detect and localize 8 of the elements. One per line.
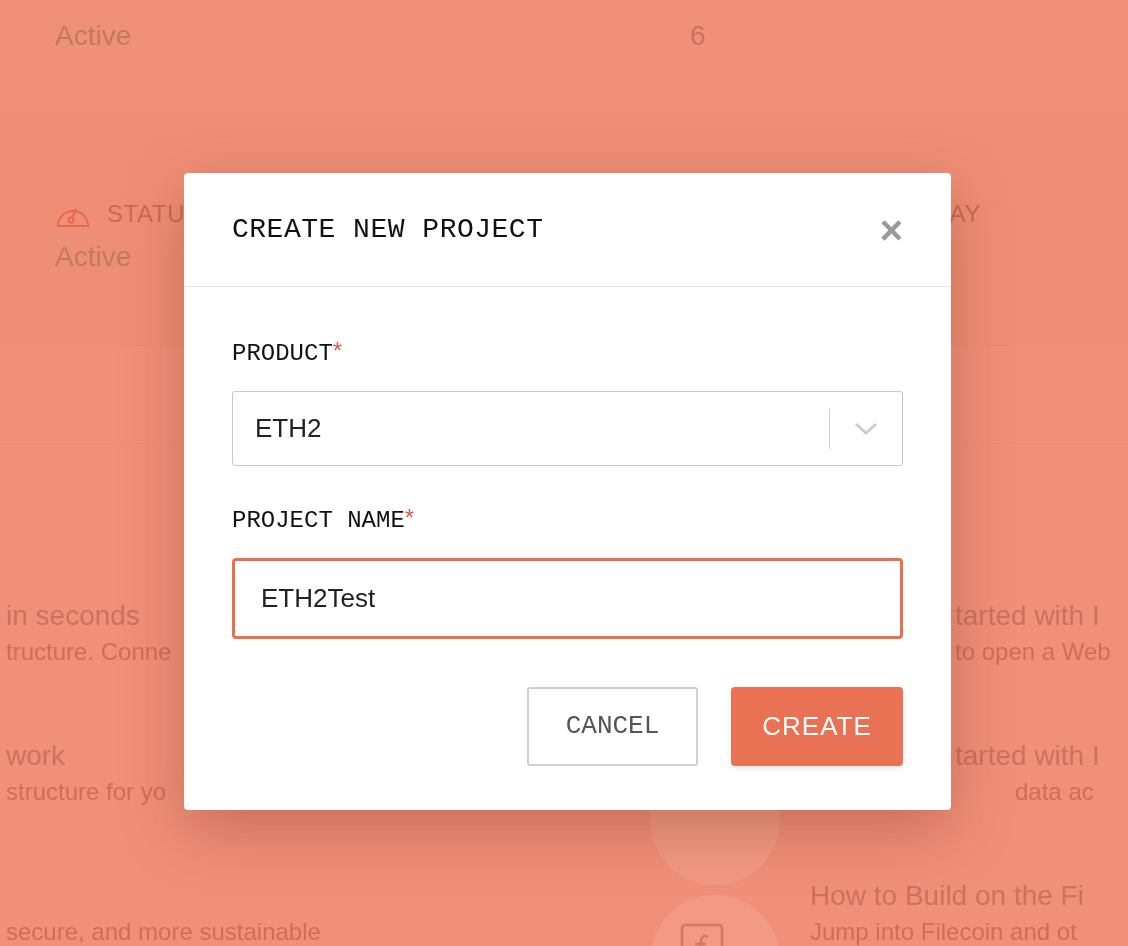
text-field[interactable]: ETH2Test bbox=[232, 558, 903, 639]
dropdown-field[interactable]: ETH2 bbox=[232, 391, 903, 466]
required-mark: * bbox=[404, 506, 415, 530]
dialog-title: CREATE NEW PROJECT bbox=[232, 212, 544, 247]
field-label: PRODUCT bbox=[232, 339, 333, 369]
required-mark: * bbox=[332, 339, 343, 363]
field-label: PROJECT NAME bbox=[232, 506, 405, 536]
cancel-button[interactable]: CANCEL bbox=[527, 687, 698, 766]
